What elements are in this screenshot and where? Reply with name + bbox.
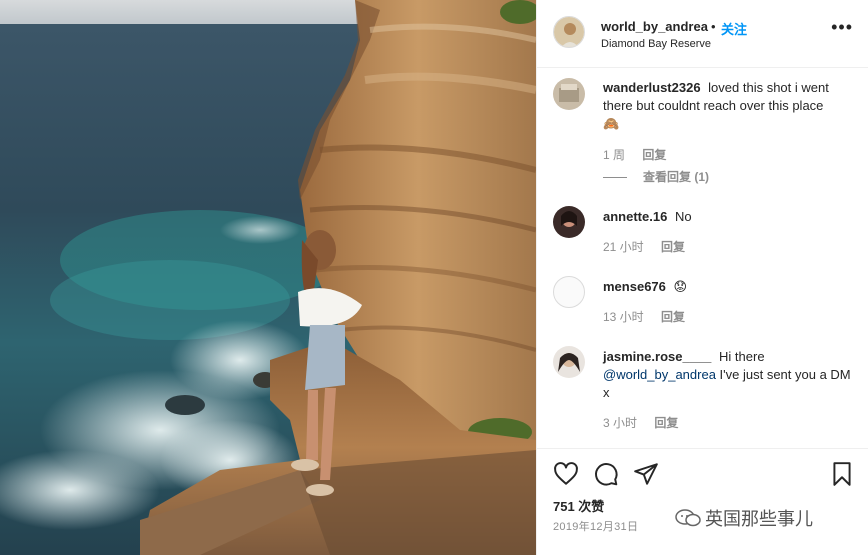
see-no-evil-emoji: 🙈 [603,116,620,131]
separator-dot: • [711,19,716,34]
comment-time[interactable]: 21 小时 [603,240,644,254]
commenter-username[interactable]: jasmine.rose____ [603,349,711,364]
author-avatar-image [554,17,584,47]
comment-text: mense676 😟 [603,278,853,296]
comment-time[interactable]: 1 周 [603,148,625,162]
cliff-ocean-photo [0,0,536,555]
commenter-avatar-image [553,78,585,110]
wechat-icon [675,509,701,527]
likes-count[interactable]: 751 次赞 [553,496,604,515]
view-replies-button[interactable]: 查看回复 (1) [603,168,709,185]
commenter-username[interactable]: annette.16 [603,209,667,224]
post-sidebar: world_by_andrea • 关注 Diamond Bay Reserve… [536,0,868,555]
comment-body: 😟 [673,279,688,294]
comment-text: jasmine.rose____ Hi there @world_by_andr… [603,348,853,402]
comment-time[interactable]: 13 小时 [603,310,644,324]
heart-icon[interactable] [553,461,579,487]
commenter-avatar[interactable] [553,78,585,110]
comment-body: Hi there [719,349,765,364]
comment-body: No [674,209,692,224]
comment-item: annette.16 No 21 小时 回复 [553,206,853,258]
comment-text: wanderlust2326 loved this shot i went th… [603,79,853,133]
comment-item: wanderlust2326 loved this shot i went th… [553,78,853,188]
bookmark-icon[interactable] [829,461,855,487]
comment-item: mense676 😟 13 小时 回复 [553,276,853,328]
commenter-username[interactable]: wanderlust2326 [603,80,701,95]
share-icon[interactable] [633,461,659,487]
post-photo[interactable] [0,0,536,555]
more-horizontal-icon[interactable]: ••• [831,18,853,36]
reply-button[interactable]: 回复 [661,310,685,324]
post-date: 2019年12月31日 [553,521,639,533]
comment-meta: 21 小时 回复 [603,238,699,255]
commenter-avatar[interactable] [553,346,585,378]
comment-meta: 1 周 回复 [603,146,680,163]
commenter-avatar[interactable] [553,276,585,308]
comment-icon[interactable] [593,461,619,487]
watermark: 英国那些事儿 [675,505,813,531]
follow-button[interactable]: 关注 [721,19,747,38]
comment-time[interactable]: 3 小时 [603,416,637,430]
view-replies-line [603,177,627,179]
reply-button[interactable]: 回复 [661,240,685,254]
comment-text: annette.16 No [603,208,853,226]
reply-button[interactable]: 回复 [654,416,678,430]
comment-meta: 13 小时 回复 [603,308,699,325]
action-bar [537,448,868,500]
watermark-text: 英国那些事儿 [705,509,813,529]
post-header: world_by_andrea • 关注 Diamond Bay Reserve… [537,0,868,68]
reply-button[interactable]: 回复 [642,148,666,162]
commenter-avatar[interactable] [553,206,585,238]
mention-link[interactable]: @world_by_andrea [603,367,716,382]
author-avatar[interactable] [553,16,585,48]
comment-item: jasmine.rose____ Hi there @world_by_andr… [553,346,853,436]
post-location[interactable]: Diamond Bay Reserve [601,38,711,50]
comment-meta: 3 小时 回复 [603,414,692,431]
author-username[interactable]: world_by_andrea [601,19,708,34]
commenter-avatar-image [553,346,585,378]
view-replies-label: 查看回复 (1) [643,170,710,184]
commenter-username[interactable]: mense676 [603,279,666,294]
commenter-avatar-image [553,206,585,238]
